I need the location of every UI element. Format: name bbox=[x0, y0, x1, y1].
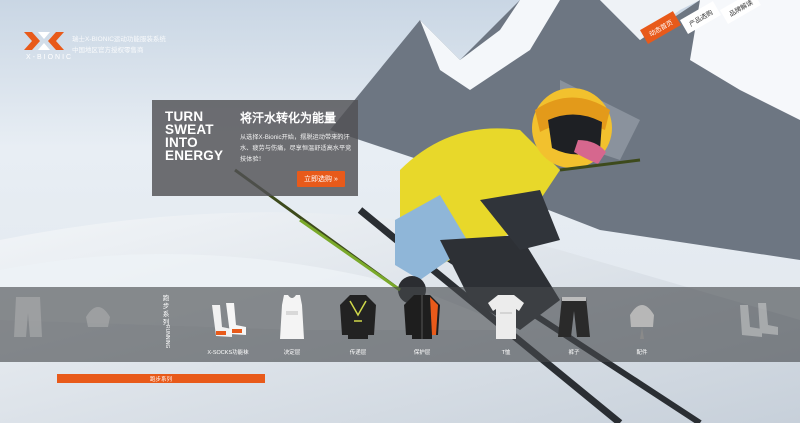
socks-icon bbox=[212, 303, 246, 337]
nav-home[interactable]: 动态首页 bbox=[640, 11, 681, 45]
promo-english-title: TURN SWEAT INTO ENERGY bbox=[165, 110, 241, 163]
product-item-jacket[interactable]: 保护层 bbox=[392, 291, 452, 359]
product-carousel: 跑步系列 RUNNING X-SOCKS功能袜 决定层 传递层 保护层 T恤 裤… bbox=[0, 287, 800, 362]
faded-socks-icon bbox=[740, 303, 778, 337]
faded-cap-icon bbox=[86, 307, 110, 327]
tshirt-icon bbox=[488, 295, 524, 339]
faded-shorts-icon bbox=[14, 297, 42, 337]
product-label: 传递层 bbox=[349, 350, 367, 356]
series-tab-running[interactable]: 跑步系列 bbox=[57, 374, 265, 383]
buy-now-button[interactable]: 立即选购 » bbox=[297, 171, 345, 187]
series-tab-label: 跑步系列 bbox=[149, 377, 172, 383]
product-item-vest[interactable]: 决定层 bbox=[262, 291, 322, 359]
promo-en-line-4: ENERGY bbox=[165, 148, 224, 163]
product-label: T恤 bbox=[501, 350, 511, 356]
promo-panel: TURN SWEAT INTO ENERGY 将汗水转化为能量 从选择X-Bio… bbox=[152, 100, 358, 196]
promo-description: 从选择X-Bionic开始，摆脱运动带来的汗水、疲劳与伤痛，尽享恒温舒适高水平竞… bbox=[240, 134, 352, 163]
tagline-line-1: 瑞士X-BIONIC运动功能服装系统 bbox=[72, 36, 166, 43]
product-item-long-sleeve[interactable]: 传递层 bbox=[328, 291, 388, 359]
product-item-accessory[interactable]: 配件 bbox=[612, 291, 672, 359]
product-item-socks[interactable]: X-SOCKS功能袜 bbox=[198, 291, 258, 359]
long-sleeve-shirt-icon bbox=[340, 295, 376, 339]
brand-tagline: 瑞士X-BIONIC运动功能服装系统 中国地区官方授权零售商 bbox=[72, 34, 166, 56]
product-label: 配件 bbox=[636, 350, 648, 356]
jacket-icon bbox=[404, 295, 440, 339]
x-bionic-logo[interactable] bbox=[22, 30, 66, 52]
product-item-tshirt[interactable]: T恤 bbox=[476, 291, 536, 359]
product-label: 决定层 bbox=[283, 350, 301, 356]
series-sub-label: RUNNING bbox=[164, 325, 170, 349]
vest-icon bbox=[280, 295, 304, 339]
product-label: X-SOCKS功能袜 bbox=[207, 350, 249, 356]
nav-products[interactable]: 产品选购 bbox=[680, 1, 721, 35]
brand-header: X-BIONIC 瑞士X-BIONIC运动功能服装系统 中国地区官方授权零售商 bbox=[22, 30, 192, 70]
product-label: 保护层 bbox=[413, 350, 431, 356]
shorts-icon bbox=[558, 297, 590, 337]
top-navigation: 动态首页 产品选购 品牌解读 bbox=[640, 0, 800, 60]
nav-brand[interactable]: 品牌解读 bbox=[720, 0, 761, 25]
logo-wordmark: X-BIONIC bbox=[26, 54, 74, 61]
cap-icon bbox=[630, 305, 654, 339]
tagline-line-2: 中国地区官方授权零售商 bbox=[72, 47, 144, 54]
series-label: 跑步系列 bbox=[162, 295, 170, 326]
product-item-shorts[interactable]: 裤子 bbox=[544, 291, 604, 359]
promo-chinese-title: 将汗水转化为能量 bbox=[240, 111, 337, 125]
product-label: 裤子 bbox=[568, 350, 580, 356]
